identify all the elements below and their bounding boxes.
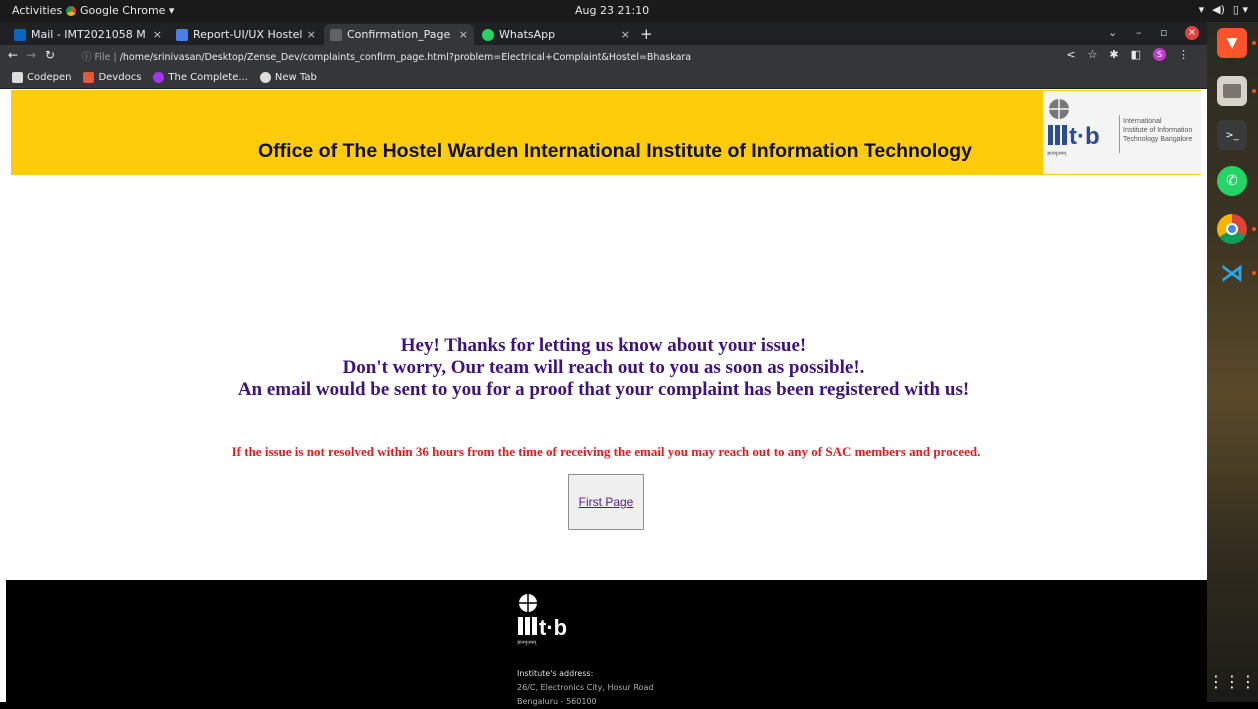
chrome-window: Mail - IMT2021058 M Srini × Report-UI/UX… [0,22,1207,706]
toolbar-actions: < ☆ ✱ ◧ S ⋮ [1066,48,1189,61]
share-icon[interactable]: < [1066,48,1075,61]
profile-avatar[interactable]: S [1153,48,1166,61]
institute-line: Institute of Information [1123,127,1193,134]
bookmarks-bar: Codepen Devdocs The Complete... New Tab [0,67,1207,89]
logo-tagline: ज्ञानमृतमम् [1047,151,1067,157]
running-indicator [1252,271,1256,275]
terminal-icon[interactable]: >_ [1217,120,1247,150]
tab-search-icon[interactable]: ⌄ [1108,26,1117,39]
devdocs-icon [83,72,95,83]
page-footer: t·b ज्ञानमृतमम् Institute's address: 26/… [6,580,1207,706]
ubuntu-dock: ▼ >_ ✆ ⋊ ⋮⋮⋮ [1207,22,1258,702]
back-icon[interactable]: ← [8,48,18,62]
whatsapp-icon [482,28,494,41]
bookmark-label: Devdocs [98,72,142,83]
logo-divider [1119,115,1120,153]
address-bar[interactable]: ⓘ File | /home/srinivasan/Desktop/Zense_… [82,49,691,63]
footer-tagline: ज्ञानमृतमम् [517,640,537,646]
tab-report[interactable]: Report-UI/UX Hostel Serv × [170,24,322,45]
url-text: /home/srinivasan/Desktop/Zense_Dev/compl… [119,52,692,63]
institute-line: Technology Bangalore [1123,136,1193,143]
institute-line: International [1123,118,1162,125]
wifi-icon: ▾ [1198,3,1205,16]
restore-icon[interactable]: ▫ [1160,26,1167,39]
page-header: Office of The Hostel Warden Internationa… [11,90,1201,175]
first-page-button[interactable]: First Page [568,474,644,530]
address-line: 26/C, Electronics City, Hosur Road [517,683,654,692]
confirmation-message: Hey! Thanks for letting us know about yo… [0,335,1207,401]
tab-label: Confirmation_Page [347,28,451,41]
minimize-icon[interactable]: – [1136,26,1142,39]
app-menu[interactable]: Google Chrome ▾ [66,4,174,17]
window-close-icon[interactable]: × [1185,26,1199,40]
show-apps-icon[interactable]: ⋮⋮⋮ [1208,666,1256,696]
forward-icon[interactable]: → [26,48,36,62]
page-title: Office of The Hostel Warden Internationa… [258,140,972,162]
battery-icon: ▯ ▾ [1232,3,1248,16]
docs-icon [176,28,188,41]
message-line: Don't worry, Our team will reach out to … [342,357,865,378]
chrome-icon[interactable] [1217,214,1247,244]
menu-icon[interactable]: ⋮ [1178,48,1189,61]
tab-label: Report-UI/UX Hostel Serv [193,28,302,41]
tab-mail[interactable]: Mail - IMT2021058 M Srini × [8,24,168,45]
clock[interactable]: Aug 23 21:10 [575,4,649,17]
svg-text:t·b: t·b [539,615,567,640]
svg-text:t·b: t·b [1069,123,1100,150]
bookmark-newtab[interactable]: New Tab [259,72,317,83]
udemy-icon [153,72,165,83]
message-line: An email would be sent to you for a proo… [237,379,970,400]
iiitb-logo-mark: t·b ज्ञानमृतमम् [1047,99,1100,157]
app-menu-label: Google Chrome ▾ [80,4,175,17]
bookmark-codepen[interactable]: Codepen [12,72,71,83]
bookmark-star-icon[interactable]: ☆ [1088,48,1098,61]
escalation-warning: If the issue is not resolved within 36 h… [231,444,981,459]
running-indicator [1252,227,1256,231]
bookmark-label: The Complete... [168,72,248,83]
running-indicator [1252,89,1256,93]
iiitb-logo: t·b ज्ञानमृतमम् International Institute … [1043,91,1201,174]
outlook-icon [14,28,26,41]
browser-toolbar: ← → ↻ ⓘ File | /home/srinivasan/Desktop/… [0,45,1207,67]
tab-confirmation[interactable]: Confirmation_Page × [324,24,474,45]
volume-icon: ◀) [1212,3,1225,16]
bookmark-label: Codepen [27,72,72,83]
bookmark-devdocs[interactable]: Devdocs [83,72,141,83]
site-info[interactable]: ⓘ File [82,52,110,63]
extensions-icon[interactable]: ✱ [1109,48,1118,61]
institute-address: Institute's address: 26/C, Electronics C… [517,667,654,709]
running-indicator [1252,41,1256,45]
footer-iiitb-logo: t·b ज्ञानमृतमम् [517,594,567,646]
system-top-bar: Activities Google Chrome ▾ Aug 23 21:10 … [0,0,1258,22]
address-line: Bengaluru - 560100 [517,697,597,706]
institute-name: International Institute of Information T… [1123,117,1192,144]
tab-label: Mail - IMT2021058 M Srini [31,28,148,41]
address-title: Institute's address: [517,669,594,678]
vscode-icon[interactable]: ⋊ [1217,258,1247,288]
activities-button[interactable]: Activities [12,4,62,17]
tab-label: WhatsApp [499,28,556,41]
message-line: Hey! Thanks for letting us know about yo… [400,335,807,356]
close-icon[interactable]: × [621,28,630,41]
tab-strip: Mail - IMT2021058 M Srini × Report-UI/UX… [0,22,1207,45]
side-panel-icon[interactable]: ◧ [1131,48,1141,61]
web-page: Office of The Hostel Warden Internationa… [0,89,1207,706]
new-tab-button[interactable]: + [640,25,653,43]
whatsapp-icon[interactable]: ✆ [1217,166,1247,196]
codepen-icon [12,72,23,83]
close-icon[interactable]: × [307,28,316,41]
chrome-small-icon [66,5,76,16]
close-icon[interactable]: × [153,28,162,41]
bookmark-complete[interactable]: The Complete... [153,72,248,83]
globe-icon [259,72,271,83]
first-page-link[interactable]: First Page [579,495,634,509]
files-icon[interactable] [1217,76,1247,106]
close-icon[interactable]: × [459,28,468,41]
reload-icon[interactable]: ↻ [45,48,55,62]
tab-whatsapp[interactable]: WhatsApp × [476,24,636,45]
brave-browser-icon[interactable]: ▼ [1217,28,1247,58]
bookmark-label: New Tab [274,72,317,83]
system-tray[interactable]: ▾ ◀) ▯ ▾ [1199,3,1248,16]
page-icon [330,28,342,41]
